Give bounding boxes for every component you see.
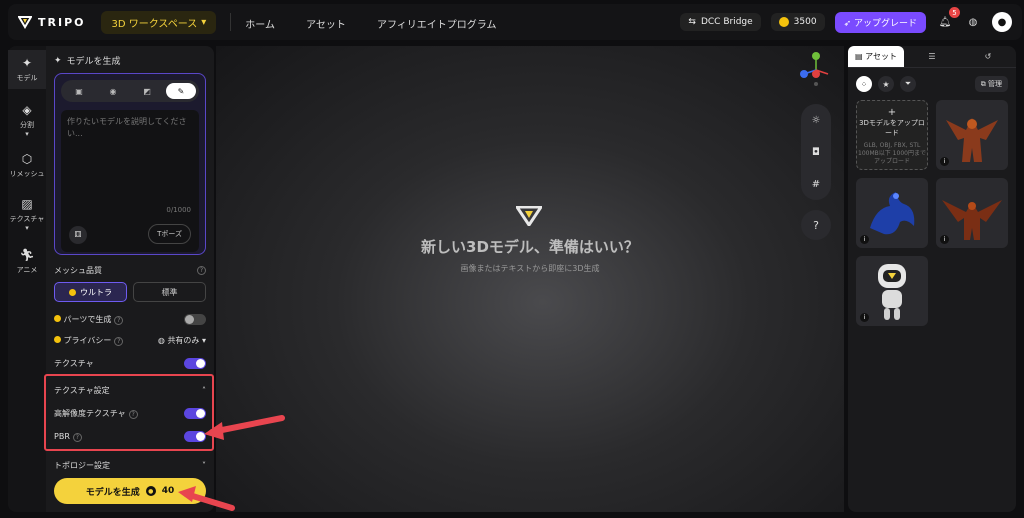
annotation-arrows xyxy=(178,415,285,511)
